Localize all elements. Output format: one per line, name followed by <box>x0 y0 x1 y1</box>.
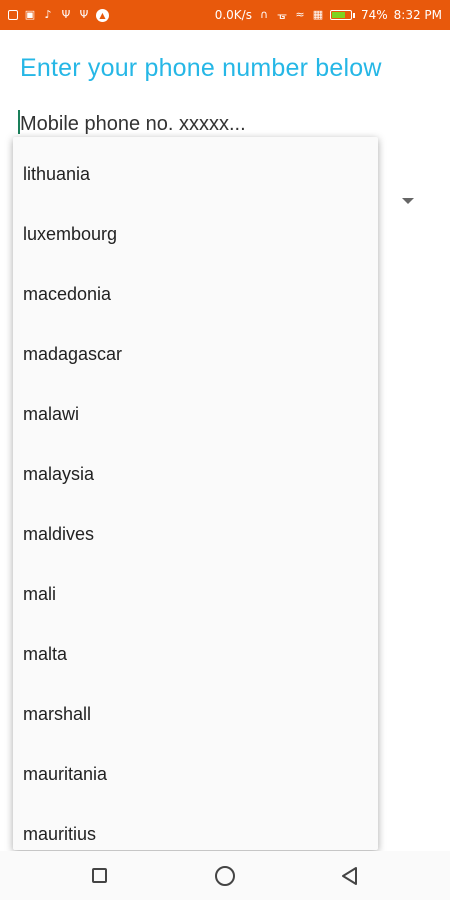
country-option-lithuania[interactable]: lithuania <box>13 144 378 204</box>
battery-icon <box>329 10 355 20</box>
country-option-madagascar[interactable]: madagascar <box>13 324 378 384</box>
country-option-mauritania[interactable]: mauritania <box>13 744 378 804</box>
battery-percent: 74% <box>360 8 388 22</box>
app-badge-icon: ▲ <box>96 8 109 22</box>
phone-input-container <box>18 108 418 140</box>
country-option-macedonia[interactable]: macedonia <box>13 264 378 324</box>
wifi-icon: ≈ <box>295 8 305 21</box>
country-option-mali[interactable]: mali <box>13 564 378 624</box>
country-option-luxembourg[interactable]: luxembourg <box>13 204 378 264</box>
country-option-malawi[interactable]: malawi <box>13 384 378 444</box>
headset-icon: ∩ <box>259 8 268 21</box>
country-spinner-arrow-icon[interactable] <box>402 198 414 204</box>
back-icon[interactable] <box>340 866 360 886</box>
status-left-icons: ▣ ♪ Ψ Ψ ▲ <box>8 8 109 22</box>
clock: 8:32 PM <box>393 8 442 22</box>
country-option-marshall[interactable]: marshall <box>13 684 378 744</box>
navigation-bar <box>0 851 450 900</box>
notification-icon: ▣ <box>24 8 36 21</box>
bluetooth-icon: ᚗ <box>277 8 287 21</box>
home-icon[interactable] <box>215 866 235 886</box>
volume-icon: ♪ <box>44 8 52 21</box>
country-option-maldives[interactable]: maldives <box>13 504 378 564</box>
usb-icon: Ψ <box>61 8 71 21</box>
status-right-icons: 0.0K/s ∩ ᚗ ≈ ▦ 74% 8:32 PM <box>215 8 442 22</box>
country-option-malta[interactable]: malta <box>13 624 378 684</box>
country-option-mauritius[interactable]: mauritius <box>13 804 378 850</box>
mail-icon <box>8 10 18 20</box>
page-title: Enter your phone number below <box>20 54 382 82</box>
signal-icon: ▦ <box>312 8 324 21</box>
country-dropdown-list[interactable]: lithuania luxembourg macedonia madagascar ma… <box>13 137 378 850</box>
usb-debug-icon: Ψ <box>79 8 89 21</box>
country-option-malaysia[interactable]: malaysia <box>13 444 378 504</box>
phone-number-input[interactable] <box>20 108 410 140</box>
status-bar: ▣ ♪ Ψ Ψ ▲ 0.0K/s ∩ ᚗ ≈ ▦ 74% 8:32 PM <box>0 0 450 30</box>
network-speed: 0.0K/s <box>214 8 252 22</box>
battery-fill <box>331 12 346 18</box>
recent-apps-icon[interactable] <box>92 868 107 883</box>
